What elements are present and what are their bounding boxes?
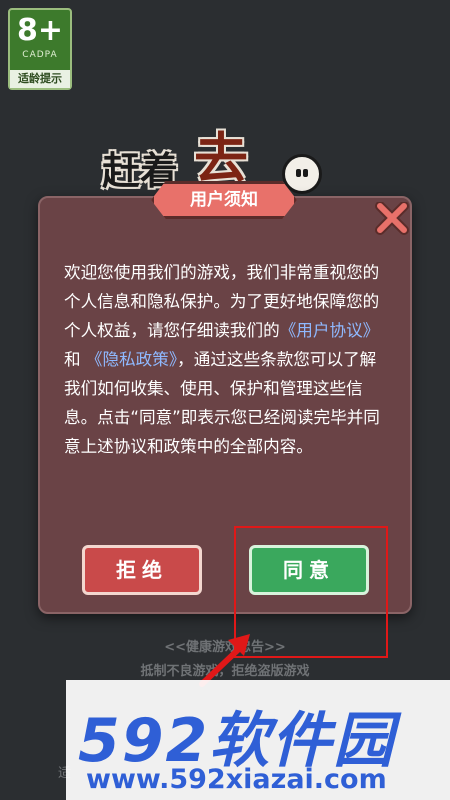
close-icon[interactable] bbox=[374, 202, 410, 236]
annotation-arrow-icon bbox=[199, 634, 250, 687]
user-agreement-link[interactable]: 《用户协议》 bbox=[280, 321, 380, 340]
annotation-highlight-box bbox=[234, 526, 388, 658]
dialog-body-text: 欢迎您使用我们的游戏，我们非常重视您的个人信息和隐私保护。为了更好地保障您的个人… bbox=[64, 258, 390, 461]
age-rating-number: 8+ bbox=[16, 13, 63, 48]
body-and: 和 bbox=[64, 350, 81, 369]
age-rating-tip: 适龄提示 bbox=[10, 70, 70, 88]
site-watermark: 592软件园 www.592xiazai.com bbox=[66, 680, 450, 800]
dialog-title: 用户须知 bbox=[151, 181, 297, 219]
age-rating-badge: 8+ CADPA 适龄提示 bbox=[8, 8, 72, 90]
privacy-policy-link[interactable]: 《隐私政策》 bbox=[86, 350, 177, 369]
smiley-face-icon bbox=[282, 154, 322, 194]
age-rating-org: CADPA bbox=[22, 50, 58, 60]
watermark-url: www.592xiazai.com bbox=[86, 764, 387, 795]
reject-button[interactable]: 拒绝 bbox=[82, 545, 202, 595]
